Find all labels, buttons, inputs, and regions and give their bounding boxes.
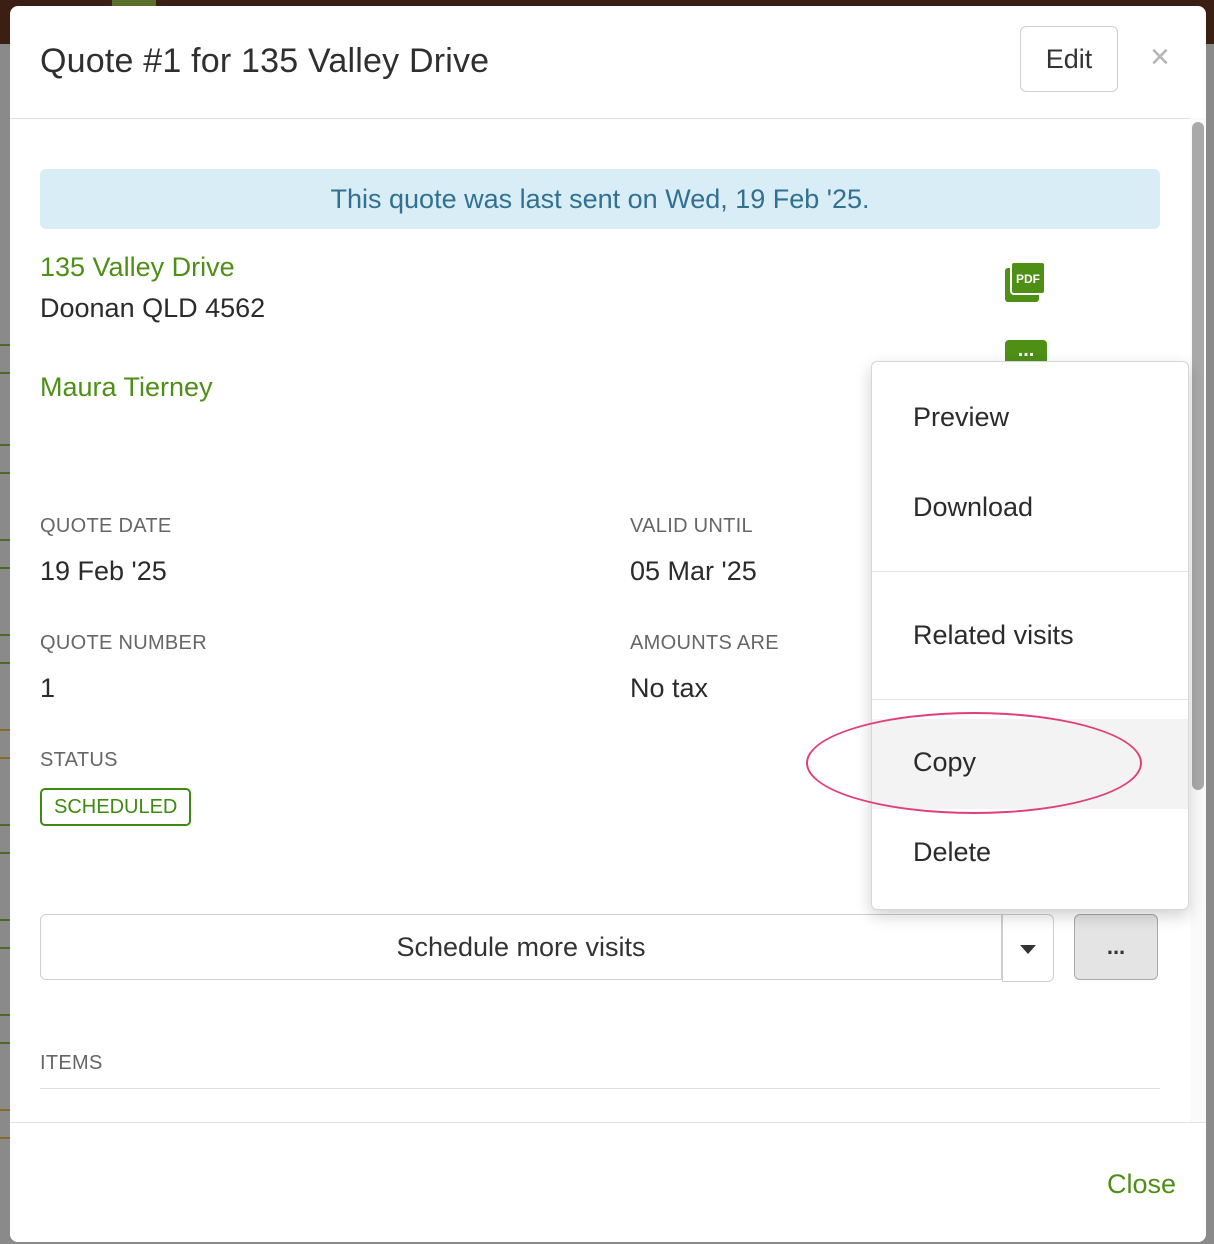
menu-item-label: Delete xyxy=(913,837,992,867)
menu-item-download[interactable]: Download xyxy=(872,464,1188,554)
items-heading: ITEMS xyxy=(40,1052,103,1074)
quote-number-label: QUOTE NUMBER xyxy=(40,632,207,654)
modal-header: Quote #1 for 135 Valley Drive Edit × xyxy=(10,6,1206,119)
menu-divider xyxy=(872,699,1188,700)
menu-item-label: Related visits xyxy=(913,620,1074,650)
close-link[interactable]: Close xyxy=(1107,1169,1176,1200)
close-icon[interactable]: × xyxy=(1150,40,1170,74)
quote-date-label: QUOTE DATE xyxy=(40,515,172,537)
menu-item-label: Preview xyxy=(913,402,1010,432)
more-actions-button[interactable]: ... xyxy=(1074,914,1158,980)
menu-item-label: Download xyxy=(913,492,1034,522)
status-badge: SCHEDULED xyxy=(40,788,192,826)
valid-until-value: 05 Mar '25 xyxy=(630,556,757,586)
valid-until-label: VALID UNTIL xyxy=(630,515,753,537)
schedule-more-visits-button[interactable]: Schedule more visits xyxy=(40,914,1002,980)
svg-text:PDF: PDF xyxy=(1016,272,1040,286)
edit-button[interactable]: Edit xyxy=(1020,26,1118,92)
address-link[interactable]: 135 Valley Drive xyxy=(40,252,235,283)
modal-footer: Close xyxy=(10,1122,1206,1242)
amounts-are-label: AMOUNTS ARE xyxy=(630,632,779,654)
address-locality: Doonan QLD 4562 xyxy=(40,293,266,323)
items-divider xyxy=(40,1088,1160,1089)
pdf-icon[interactable]: PDF xyxy=(1005,260,1047,302)
modal-title: Quote #1 for 135 Valley Drive xyxy=(40,42,490,80)
menu-divider xyxy=(872,571,1188,572)
quote-number-value: 1 xyxy=(40,673,56,703)
more-actions-menu: Preview Download Related visits Copy Del… xyxy=(871,361,1189,910)
scrollbar-thumb[interactable] xyxy=(1192,122,1204,790)
contact-link[interactable]: Maura Tierney xyxy=(40,372,213,403)
menu-item-preview[interactable]: Preview xyxy=(872,374,1188,464)
menu-item-copy[interactable]: Copy xyxy=(872,719,1188,809)
menu-item-delete[interactable]: Delete xyxy=(872,809,1188,899)
amounts-are-value: No tax xyxy=(630,673,709,703)
schedule-dropdown-caret[interactable] xyxy=(1002,914,1054,982)
status-label: STATUS xyxy=(40,749,118,771)
menu-item-related-visits[interactable]: Related visits xyxy=(872,592,1188,682)
menu-item-label: Copy xyxy=(913,747,977,777)
quote-date-value: 19 Feb '25 xyxy=(40,556,167,586)
last-sent-alert: This quote was last sent on Wed, 19 Feb … xyxy=(40,169,1160,229)
